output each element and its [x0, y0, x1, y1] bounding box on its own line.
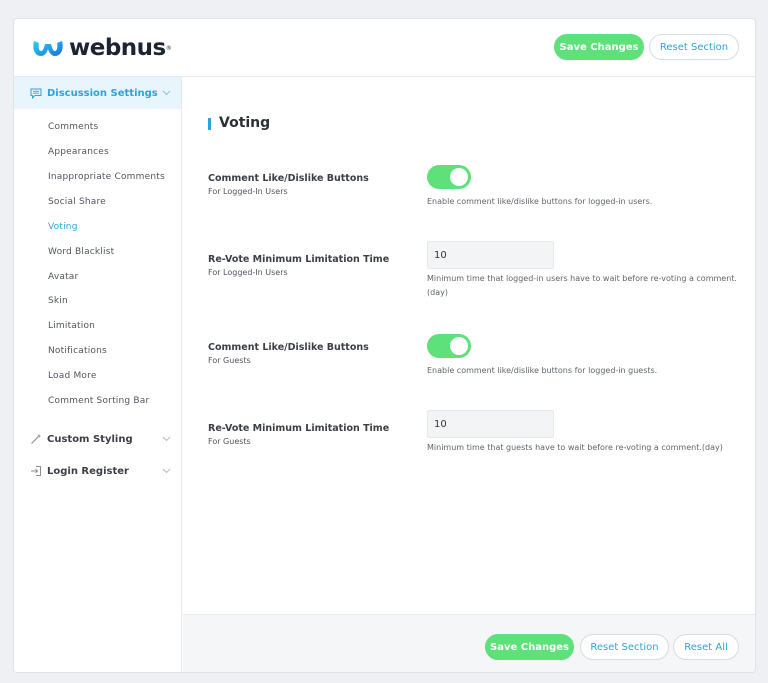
sidebar-section-login-register[interactable]: Login Register	[14, 455, 181, 487]
sidebar-section-label: Login Register	[47, 465, 129, 477]
comment-icon	[29, 87, 42, 100]
chevron-down-icon	[162, 434, 171, 445]
field-description: Enable comment like/dislike buttons for …	[427, 197, 653, 206]
sidebar-item-social-share[interactable]: Social Share	[48, 197, 106, 207]
logo-registered-mark: ®	[165, 44, 172, 52]
field-description: Minimum time that logged-in users have t…	[427, 274, 737, 297]
sidebar-item-voting[interactable]: Voting	[48, 222, 78, 232]
field-title: Comment Like/Dislike Buttons	[208, 173, 369, 184]
sidebar-item-comments[interactable]: Comments	[48, 122, 98, 132]
chevron-down-icon	[162, 88, 171, 99]
toggle-knob	[450, 168, 468, 186]
main-content: Voting Comment Like/Dislike Buttons For …	[183, 77, 755, 614]
login-icon	[29, 465, 42, 478]
wand-icon	[29, 433, 42, 446]
sidebar-item-skin[interactable]: Skin	[48, 296, 68, 306]
sidebar-item-comment-sorting-bar[interactable]: Comment Sorting Bar	[48, 396, 149, 406]
sidebar-section-label: Custom Styling	[47, 433, 133, 445]
reset-section-button-bottom[interactable]: Reset Section	[580, 634, 669, 660]
field-subtitle: For Logged-In Users	[208, 268, 288, 277]
chevron-down-icon	[162, 466, 171, 477]
toggle-knob	[450, 337, 468, 355]
field-subtitle: For Guests	[208, 356, 251, 365]
revote-time-guests-input[interactable]	[427, 410, 554, 438]
reset-section-button-top[interactable]: Reset Section	[649, 34, 739, 60]
field-subtitle: For Guests	[208, 437, 251, 446]
field-title: Comment Like/Dislike Buttons	[208, 342, 369, 353]
page-title: Voting	[219, 115, 271, 131]
logo-text: webnus	[69, 35, 166, 61]
save-changes-button-bottom[interactable]: Save Changes	[485, 634, 574, 660]
webnus-logo-icon	[33, 41, 63, 56]
reset-all-button[interactable]: Reset All	[673, 634, 739, 660]
webnus-logo: webnus ®	[31, 33, 172, 63]
sidebar-item-word-blacklist[interactable]: Word Blacklist	[48, 247, 114, 257]
footer-bar: Save Changes Reset Section Reset All	[183, 614, 755, 672]
sidebar-section-custom-styling[interactable]: Custom Styling	[14, 423, 181, 455]
sidebar-item-limitation[interactable]: Limitation	[48, 321, 95, 331]
field-title: Re-Vote Minimum Limitation Time	[208, 423, 390, 434]
sidebar-section-label: Discussion Settings	[47, 87, 158, 99]
field-description: Minimum time that guests have to wait be…	[427, 443, 723, 452]
like-dislike-guests-toggle[interactable]	[427, 334, 471, 358]
sidebar-item-notifications[interactable]: Notifications	[48, 346, 107, 356]
sidebar: Discussion Settings Comments Appearances…	[14, 77, 182, 672]
sidebar-item-appearances[interactable]: Appearances	[48, 147, 109, 157]
sidebar-item-inappropriate-comments[interactable]: Inappropriate Comments	[48, 172, 165, 182]
revote-time-users-input[interactable]	[427, 241, 554, 269]
sidebar-item-load-more[interactable]: Load More	[48, 371, 97, 381]
sidebar-section-discussion-settings[interactable]: Discussion Settings	[14, 77, 181, 109]
sidebar-item-avatar[interactable]: Avatar	[48, 272, 78, 282]
section-title-accent	[208, 118, 211, 130]
field-subtitle: For Logged-In Users	[208, 187, 288, 196]
field-title: Re-Vote Minimum Limitation Time	[208, 254, 390, 265]
like-dislike-users-toggle[interactable]	[427, 165, 471, 189]
settings-panel: webnus ® Save Changes Reset Section Disc…	[13, 18, 756, 673]
header: webnus ® Save Changes Reset Section	[14, 19, 755, 77]
field-description: Enable comment like/dislike buttons for …	[427, 366, 658, 375]
save-changes-button-top[interactable]: Save Changes	[554, 34, 644, 60]
